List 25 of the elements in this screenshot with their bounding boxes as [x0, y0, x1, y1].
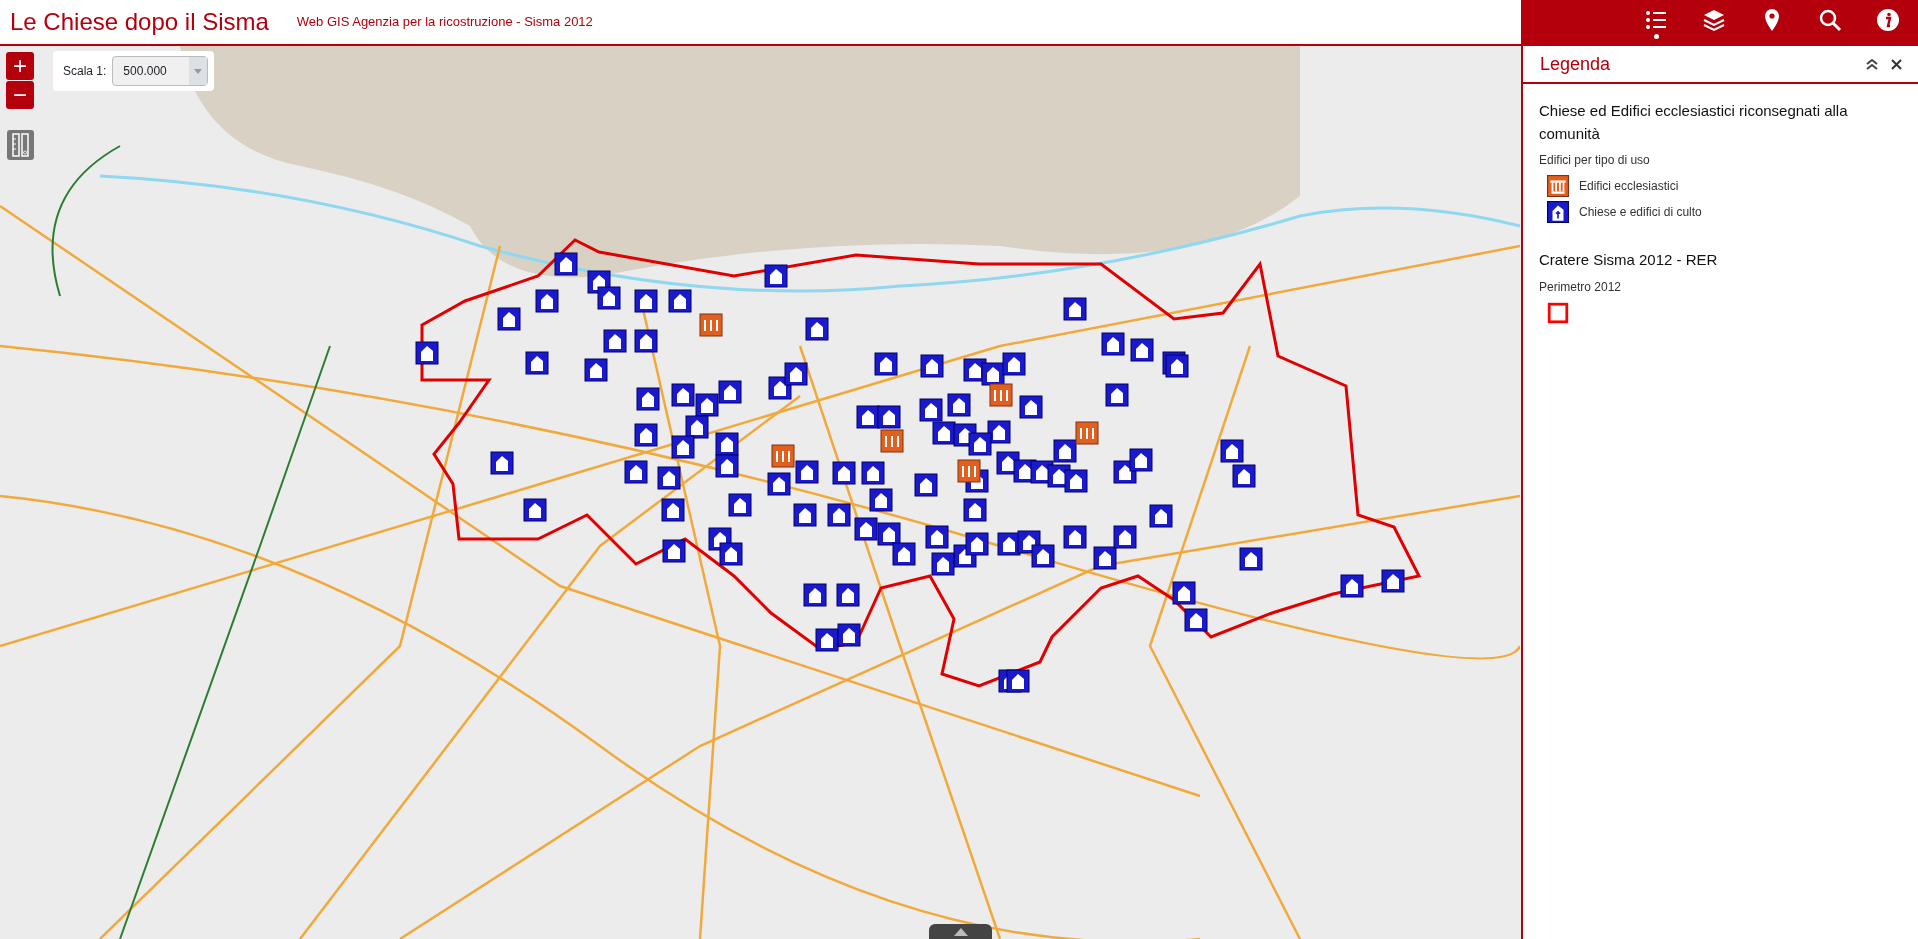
app-title: Le Chiese dopo il Sisma: [10, 7, 269, 37]
temple-icon: [1547, 175, 1569, 197]
panel-title: Legenda: [1540, 52, 1612, 76]
layer-title: Chiese ed Edifici ecclesiastici riconsegnati alla comunità: [1539, 101, 1849, 144]
perimeter-symbol-icon: [1547, 301, 1569, 324]
legend-group-label: Perimetro 2012: [1539, 278, 1623, 296]
layer-title: Cratere Sisma 2012 - RER: [1539, 250, 1719, 270]
layers-icon: [1702, 7, 1726, 32]
app-subtitle: Web GIS Agenzia per la ricostruzione - Sisma 2012: [296, 13, 593, 32]
legend-group-label: Edifici per tipo di uso: [1539, 152, 1651, 169]
legend-item-label: Chiese e edifici di culto: [1579, 204, 1702, 221]
search-icon: [1818, 7, 1842, 32]
attribute-table-toggle[interactable]: [929, 924, 992, 939]
ruler-icon: [10, 133, 31, 157]
close-icon: [1891, 58, 1902, 70]
church-icon: [1547, 201, 1569, 223]
zoom-in-button[interactable]: +: [6, 52, 34, 80]
zoom-out-button[interactable]: −: [6, 81, 34, 109]
caret-up-icon: [953, 927, 968, 936]
scale-dropdown[interactable]: 500.000: [112, 56, 209, 86]
info-icon: [1876, 7, 1900, 32]
double-chevron-up-icon: [1865, 58, 1879, 70]
measure-tool-button[interactable]: [7, 130, 34, 160]
scale-label: Scala 1:: [63, 63, 107, 80]
legend-item-label: Edifici ecclesiastici: [1579, 178, 1679, 195]
